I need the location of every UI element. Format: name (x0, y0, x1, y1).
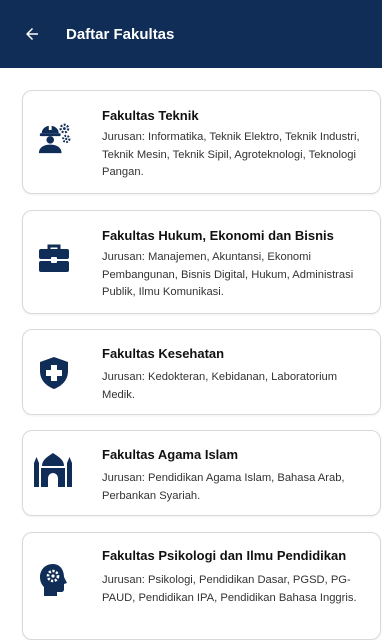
medical-shield-icon (37, 356, 71, 390)
app-bar: Daftar Fakultas (0, 0, 382, 68)
faculty-name: Fakultas Hukum, Ekonomi dan Bisnis (102, 228, 334, 243)
faculty-name: Fakultas Agama Islam (102, 447, 239, 462)
faculty-description: Jurusan: Manajemen, Akuntansi, Ekonomi P… (102, 251, 354, 298)
mosque-icon (33, 453, 73, 487)
faculty-card-hukum-ekonomi-bisnis[interactable]: Fakultas Hukum, Ekonomi dan Bisnis Jurus… (22, 210, 381, 314)
faculty-card-psikologi-ilmu-pendidikan[interactable]: Fakultas Psikologi dan Ilmu Pendidikan J… (22, 532, 381, 640)
faculty-description: Jurusan: Informatika, Teknik Elektro, Te… (102, 131, 360, 178)
faculty-name: Fakultas Kesehatan (102, 346, 225, 361)
faculty-description: Jurusan: Kedokteran, Kebidanan, Laborato… (102, 371, 338, 401)
faculty-description: Jurusan: Psikologi, Pendidikan Dasar, PG… (102, 574, 357, 604)
faculty-name: Fakultas Psikologi dan Ilmu Pendidikan (102, 548, 347, 563)
faculty-card-teknik[interactable]: Fakultas Teknik Jurusan: Informatika, Te… (22, 90, 381, 194)
faculty-card-kesehatan[interactable]: Fakultas Kesehatan Jurusan: Kedokteran, … (22, 329, 381, 415)
arrow-left-icon (26, 28, 38, 40)
head-gear-icon (37, 563, 71, 597)
back-button[interactable] (20, 22, 44, 46)
briefcase-icon (37, 241, 71, 275)
faculty-description: Jurusan: Pendidikan Agama Islam, Bahasa … (102, 472, 345, 502)
faculty-name: Fakultas Teknik (102, 108, 199, 123)
faculty-card-agama-islam[interactable]: Fakultas Agama Islam Jurusan: Pendidikan… (22, 430, 381, 516)
page-title: Daftar Fakultas (66, 25, 175, 43)
engineer-gear-icon (37, 121, 71, 155)
